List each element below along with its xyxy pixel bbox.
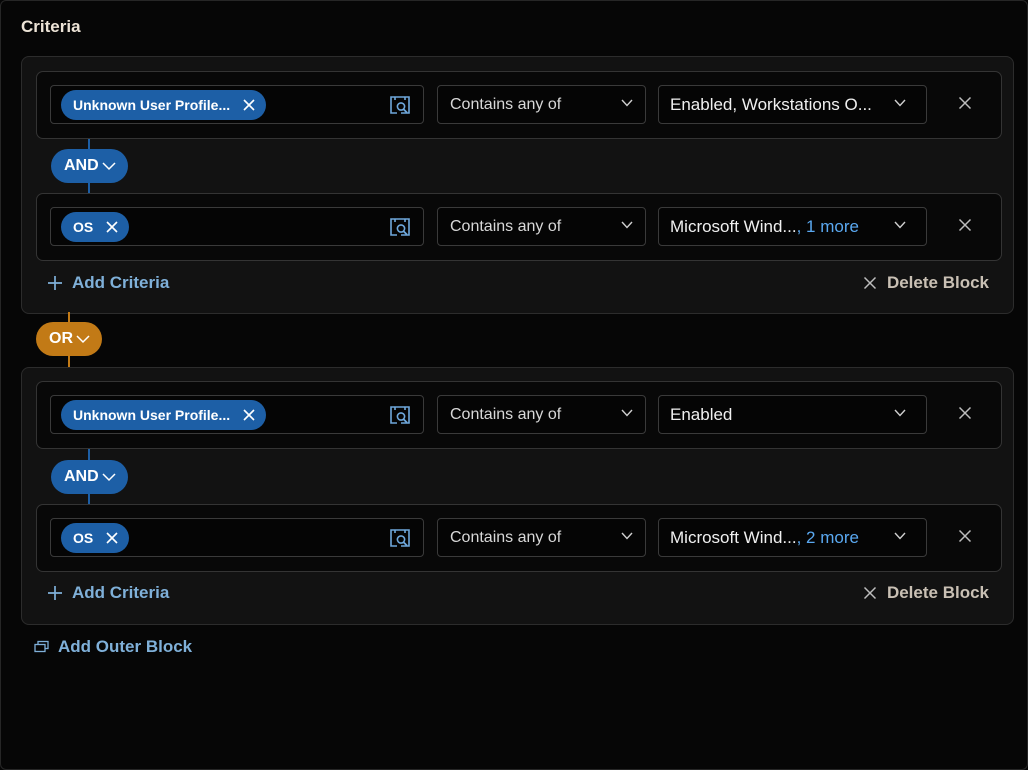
and-operator-toggle[interactable]: AND <box>51 460 128 494</box>
more-count[interactable]: , 1 more <box>797 217 859 236</box>
and-operator-label: AND <box>64 468 99 485</box>
criteria-row: Unknown User Profile... Contains any of … <box>36 381 1002 449</box>
operator-value: Contains any of <box>450 96 562 113</box>
field-selector[interactable]: OS <box>50 207 424 246</box>
value-select[interactable]: Enabled <box>658 395 927 434</box>
close-icon[interactable] <box>105 531 119 545</box>
criteria-block-1: Unknown User Profile... Contains any of … <box>21 56 1014 314</box>
lookup-icon[interactable] <box>389 216 411 238</box>
criteria-row: Unknown User Profile... Contains any of … <box>36 71 1002 139</box>
add-criteria-button[interactable]: Add Criteria <box>47 273 169 293</box>
chevron-down-icon <box>894 221 906 229</box>
value-select[interactable]: Microsoft Wind..., 1 more <box>658 207 927 246</box>
criteria-row: OS Contains any of Microsoft Wind..., 1 … <box>36 193 1002 261</box>
value-text: Microsoft Wind... <box>670 528 797 547</box>
criteria-block-2: Unknown User Profile... Contains any of … <box>21 367 1014 625</box>
chevron-down-icon <box>621 99 633 107</box>
remove-row-icon[interactable] <box>958 96 972 110</box>
add-outer-block-icon <box>34 640 49 653</box>
remove-row-icon[interactable] <box>958 218 972 232</box>
lookup-icon[interactable] <box>389 94 411 116</box>
delete-block-button[interactable]: Delete Block <box>863 273 989 293</box>
chevron-down-icon <box>621 532 633 540</box>
field-chip-label: OS <box>73 219 94 235</box>
field-selector[interactable]: Unknown User Profile... <box>50 85 424 124</box>
or-operator-toggle[interactable]: OR <box>36 322 102 356</box>
field-chip: Unknown User Profile... <box>61 400 267 430</box>
operator-select[interactable]: Contains any of <box>437 207 646 246</box>
operator-value: Contains any of <box>450 218 562 235</box>
field-selector[interactable]: Unknown User Profile... <box>50 395 424 434</box>
value-select[interactable]: Microsoft Wind..., 2 more <box>658 518 927 557</box>
more-count[interactable]: , 2 more <box>797 528 859 547</box>
or-operator-label: OR <box>49 330 73 347</box>
add-criteria-button[interactable]: Add Criteria <box>47 583 169 603</box>
field-chip-label: Unknown User Profile... <box>73 97 231 113</box>
and-operator-toggle[interactable]: AND <box>51 149 128 183</box>
chevron-down-icon <box>894 409 906 417</box>
chevron-down-icon <box>894 99 906 107</box>
criteria-panel: Criteria Unknown User Profile... Contain… <box>0 0 1028 770</box>
value-text: Enabled, Workstations O... <box>670 95 872 114</box>
delete-block-button[interactable]: Delete Block <box>863 583 989 603</box>
operator-select[interactable]: Contains any of <box>437 85 646 124</box>
chevron-down-icon <box>102 161 116 170</box>
criteria-row: OS Contains any of Microsoft Wind..., 2 … <box>36 504 1002 572</box>
delete-block-label: Delete Block <box>886 583 989 602</box>
add-criteria-label: Add Criteria <box>72 583 170 602</box>
close-icon[interactable] <box>242 408 256 422</box>
chevron-down-icon <box>621 409 633 417</box>
field-chip: OS <box>61 212 130 242</box>
close-icon[interactable] <box>242 98 256 112</box>
close-icon[interactable] <box>105 220 119 234</box>
remove-row-icon[interactable] <box>958 529 972 543</box>
plus-icon <box>48 586 62 600</box>
delete-block-label: Delete Block <box>886 273 989 292</box>
field-selector[interactable]: OS <box>50 518 424 557</box>
close-icon <box>863 276 876 290</box>
remove-row-icon[interactable] <box>958 406 972 420</box>
operator-value: Contains any of <box>450 406 562 423</box>
lookup-icon[interactable] <box>389 527 411 549</box>
value-select[interactable]: Enabled, Workstations O... <box>658 85 927 124</box>
operator-select[interactable]: Contains any of <box>437 395 646 434</box>
field-chip: OS <box>61 523 130 553</box>
field-chip-label: OS <box>73 530 94 546</box>
operator-value: Contains any of <box>450 529 562 546</box>
field-chip-label: Unknown User Profile... <box>73 407 231 423</box>
section-title: Criteria <box>21 17 81 36</box>
plus-icon <box>48 276 62 290</box>
chevron-down-icon <box>894 532 906 540</box>
and-operator-label: AND <box>64 157 99 174</box>
field-chip: Unknown User Profile... <box>61 90 267 120</box>
chevron-down-icon <box>102 472 116 481</box>
add-outer-block-label: Add Outer Block <box>58 637 193 656</box>
chevron-down-icon <box>76 334 90 343</box>
lookup-icon[interactable] <box>389 404 411 426</box>
close-icon <box>863 586 876 600</box>
chevron-down-icon <box>621 221 633 229</box>
add-outer-block-button[interactable]: Add Outer Block <box>34 637 192 657</box>
operator-select[interactable]: Contains any of <box>437 518 646 557</box>
value-text: Microsoft Wind... <box>670 217 797 236</box>
add-criteria-label: Add Criteria <box>72 273 170 292</box>
value-text: Enabled <box>670 405 733 424</box>
